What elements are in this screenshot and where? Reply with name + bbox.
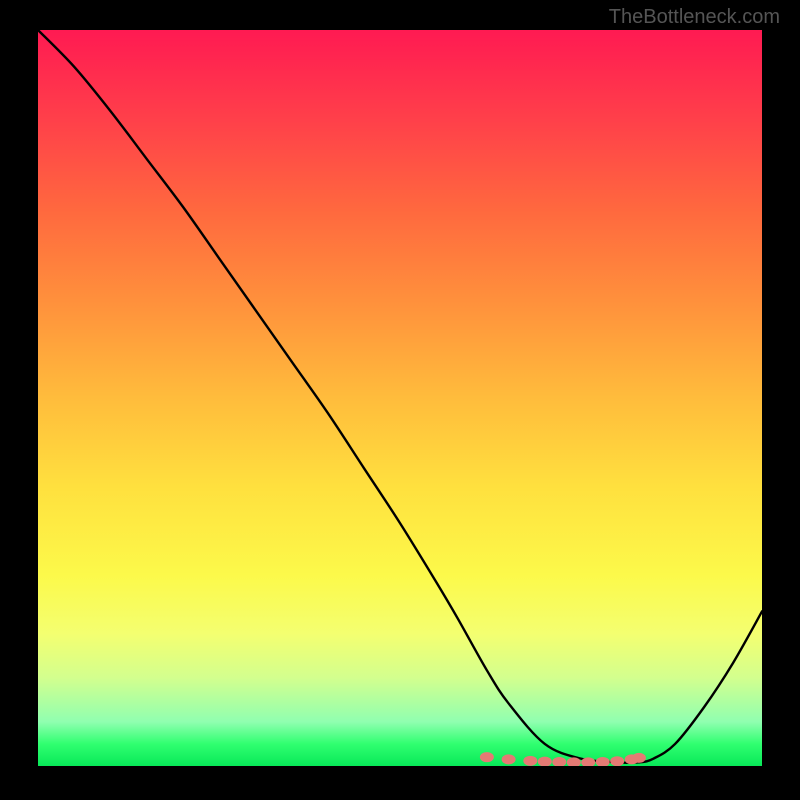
- highlight-dot: [523, 756, 537, 766]
- plot-area: [38, 30, 762, 766]
- highlight-dot: [632, 753, 646, 763]
- highlight-dot: [538, 757, 552, 766]
- highlight-dot: [552, 757, 566, 766]
- highlight-dot: [610, 756, 624, 766]
- highlight-dot: [502, 754, 516, 764]
- watermark-text: TheBottleneck.com: [609, 6, 780, 29]
- highlight-dot: [596, 757, 610, 766]
- bottleneck-curve: [38, 30, 762, 763]
- chart-svg: [38, 30, 762, 766]
- highlight-dot: [480, 752, 494, 762]
